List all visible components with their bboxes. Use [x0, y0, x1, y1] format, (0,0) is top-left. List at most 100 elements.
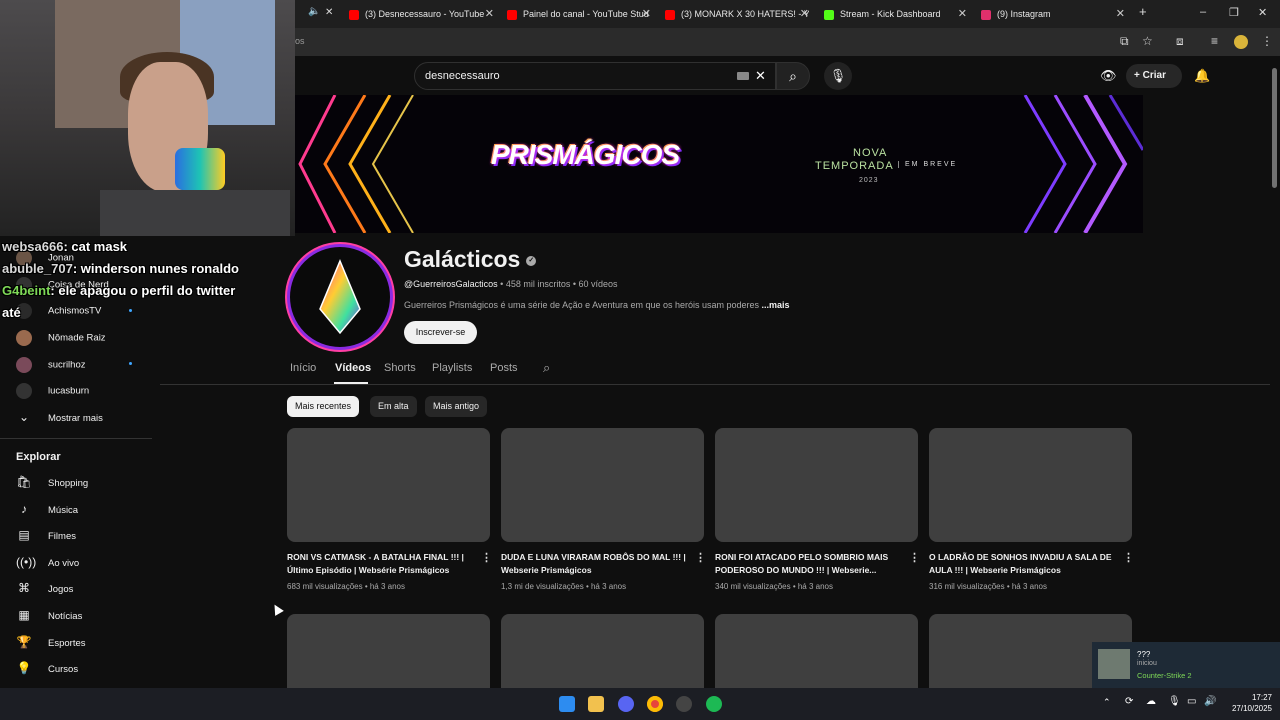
sidebar-item-subscription[interactable]: Nômade Raiz [16, 330, 106, 346]
chip-popular[interactable]: Em alta [370, 396, 417, 417]
mouse-cursor [270, 602, 284, 616]
browser-tab[interactable]: (9) Instagram ✕ [981, 4, 1125, 24]
tab-videos[interactable]: Vídeos [335, 362, 371, 374]
close-icon[interactable]: ✕ [958, 4, 967, 24]
clear-search-icon[interactable]: ✕ [755, 68, 766, 84]
subscribe-button[interactable]: Inscrever-se [404, 321, 477, 344]
cast-icon[interactable]: ⧉ [1120, 34, 1129, 49]
video-title[interactable]: O LADRÃO DE SONHOS INVADIU A SALA DE AUL… [929, 551, 1123, 577]
chrome-icon[interactable] [647, 696, 663, 712]
sidebar-show-more[interactable]: ⌄ Mostrar mais [16, 410, 103, 424]
search-box[interactable]: desnecessauro ✕ [414, 62, 776, 90]
tab-posts[interactable]: Posts [490, 362, 518, 374]
browser-tab[interactable]: (3) Desnecessauro - YouTube ✕ [349, 4, 494, 24]
profile-avatar[interactable] [1234, 35, 1248, 49]
sidebar-item-sports[interactable]: 🏆 Esportes [16, 635, 86, 649]
video-thumbnail[interactable] [501, 428, 704, 542]
video-thumbnail[interactable] [715, 614, 918, 688]
video-thumbnail[interactable] [287, 614, 490, 688]
microphone-icon[interactable]: 🎙 [1168, 696, 1181, 707]
video-thumbnail[interactable] [501, 614, 704, 688]
close-icon[interactable]: ✕ [800, 4, 809, 24]
new-tab-button[interactable]: + [1139, 4, 1147, 19]
chat-message: até [2, 305, 21, 320]
video-title[interactable]: RONI FOI ATACADO PELO SOMBRIO MAIS PODER… [715, 551, 909, 577]
spotify-icon[interactable] [706, 696, 722, 712]
newspaper-icon: ▦ [18, 608, 30, 622]
eye-icon[interactable]: 👁 [1100, 68, 1117, 84]
notifications-bell-icon[interactable]: 🔔 [1194, 68, 1210, 84]
speaker-icon[interactable]: 🔈 [308, 6, 320, 17]
tab-playlists[interactable]: Playlists [432, 362, 472, 374]
sidebar-item-shopping[interactable]: 🛍 Shopping [16, 475, 88, 489]
sidebar-item-movies[interactable]: ▤ Filmes [16, 528, 76, 542]
tab-home[interactable]: Início [290, 362, 316, 374]
video-thumbnail[interactable] [715, 428, 918, 542]
video-thumbnail[interactable] [287, 428, 490, 542]
video-thumbnail[interactable] [929, 428, 1132, 542]
page-scrollbar[interactable] [1272, 68, 1277, 188]
start-menu-icon[interactable] [559, 696, 575, 712]
more-options-icon[interactable]: ⋮ [1123, 551, 1134, 564]
close-icon[interactable]: ✕ [485, 4, 494, 24]
search-input[interactable]: desnecessauro [425, 70, 500, 82]
video-title[interactable]: DUDA E LUNA VIRARAM ROBÔS DO MAL !!! | W… [501, 551, 695, 577]
obs-icon[interactable] [676, 696, 692, 712]
video-meta: 316 mil visualizações • há 3 anos [929, 582, 1047, 591]
verified-check-icon: ✓ [526, 255, 537, 266]
channel-meta: @GuerreirosGalacticos • 458 mil inscrito… [404, 279, 618, 289]
chip-oldest[interactable]: Mais antigo [425, 396, 488, 417]
banner-stripe [348, 95, 392, 233]
tray-app-icon[interactable]: ⟳ [1125, 696, 1133, 707]
prismagicos-logo: PRISMÁGICOS [491, 139, 680, 170]
channel-search-icon[interactable]: ⌕ [543, 360, 550, 376]
keyboard-icon[interactable] [737, 72, 749, 80]
more-options-icon[interactable]: ⋮ [481, 551, 492, 564]
minimize-button[interactable]: – [1200, 6, 1206, 18]
tray-app-icon[interactable]: ☁ [1146, 696, 1156, 707]
network-icon[interactable]: ▭ [1187, 696, 1196, 707]
sidebar-item-courses[interactable]: 💡 Cursos [16, 661, 79, 675]
banner-stripe [298, 95, 337, 233]
sidebar-item-subscription[interactable]: sucrilhoz [16, 357, 86, 373]
chip-most-recent[interactable]: Mais recentes [287, 396, 360, 417]
chevron-up-icon[interactable]: ⌃ [1103, 697, 1111, 708]
sidebar-item-live[interactable]: ((•)) Ao vivo [16, 555, 79, 569]
window-close-button[interactable]: ✕ [1258, 6, 1267, 19]
chat-message: G4beint: ele apagou o perfil do twitter [2, 283, 236, 298]
volume-icon[interactable]: 🔊 [1204, 696, 1216, 707]
lightbulb-icon: 💡 [16, 661, 32, 675]
close-icon[interactable]: ✕ [325, 7, 333, 18]
voice-search-button[interactable]: 🎙 [824, 62, 852, 90]
bookmark-star-icon[interactable]: ☆ [1142, 34, 1153, 48]
sidebar-item-subscription[interactable]: AchismosTV [16, 303, 101, 319]
browser-tab[interactable]: (3) MONARK X 30 HATERS! - Yo ✕ [665, 4, 809, 24]
streamer-shirt [100, 190, 290, 236]
restore-button[interactable]: ❐ [1229, 6, 1239, 19]
search-button[interactable]: ⌕ [776, 62, 810, 90]
sidebar-item-news[interactable]: ▦ Notícias [16, 608, 82, 622]
game-notification[interactable]: ??? iniciou Counter-Strike 2 [1092, 642, 1280, 688]
extensions-icon[interactable]: ⧈ [1176, 34, 1184, 49]
sidebar-item-gaming[interactable]: ⌘ Jogos [16, 581, 73, 595]
tab-shorts[interactable]: Shorts [384, 362, 416, 374]
file-explorer-icon[interactable] [588, 696, 604, 712]
channel-avatar[interactable] [287, 244, 393, 350]
close-icon[interactable]: ✕ [642, 4, 651, 24]
create-button[interactable]: + Criar [1126, 64, 1182, 88]
channel-description[interactable]: Guerreiros Prismágicos é uma série de Aç… [404, 300, 790, 310]
discord-icon[interactable] [618, 696, 634, 712]
more-options-icon[interactable]: ⋮ [909, 551, 920, 564]
more-link[interactable]: ...mais [762, 300, 790, 310]
video-title[interactable]: RONI VS CATMASK - A BATALHA FINAL !!! | … [287, 551, 481, 577]
media-control-icon[interactable]: ≡ [1211, 34, 1218, 48]
more-options-icon[interactable]: ⋮ [695, 551, 706, 564]
browser-menu-icon[interactable]: ⋮ [1261, 34, 1273, 48]
sidebar-item-music[interactable]: ♪ Música [16, 502, 78, 516]
system-clock[interactable]: 17:27 27/10/2025 [1232, 692, 1272, 714]
coming-soon-text: EM BREVE [898, 161, 957, 168]
sidebar-item-subscription[interactable]: lucasburn [16, 383, 89, 399]
browser-tab[interactable]: Painel do canal - YouTube Stud ✕ [507, 4, 651, 24]
close-icon[interactable]: ✕ [1116, 4, 1125, 24]
browser-tab[interactable]: Stream - Kick Dashboard ✕ [824, 4, 967, 24]
